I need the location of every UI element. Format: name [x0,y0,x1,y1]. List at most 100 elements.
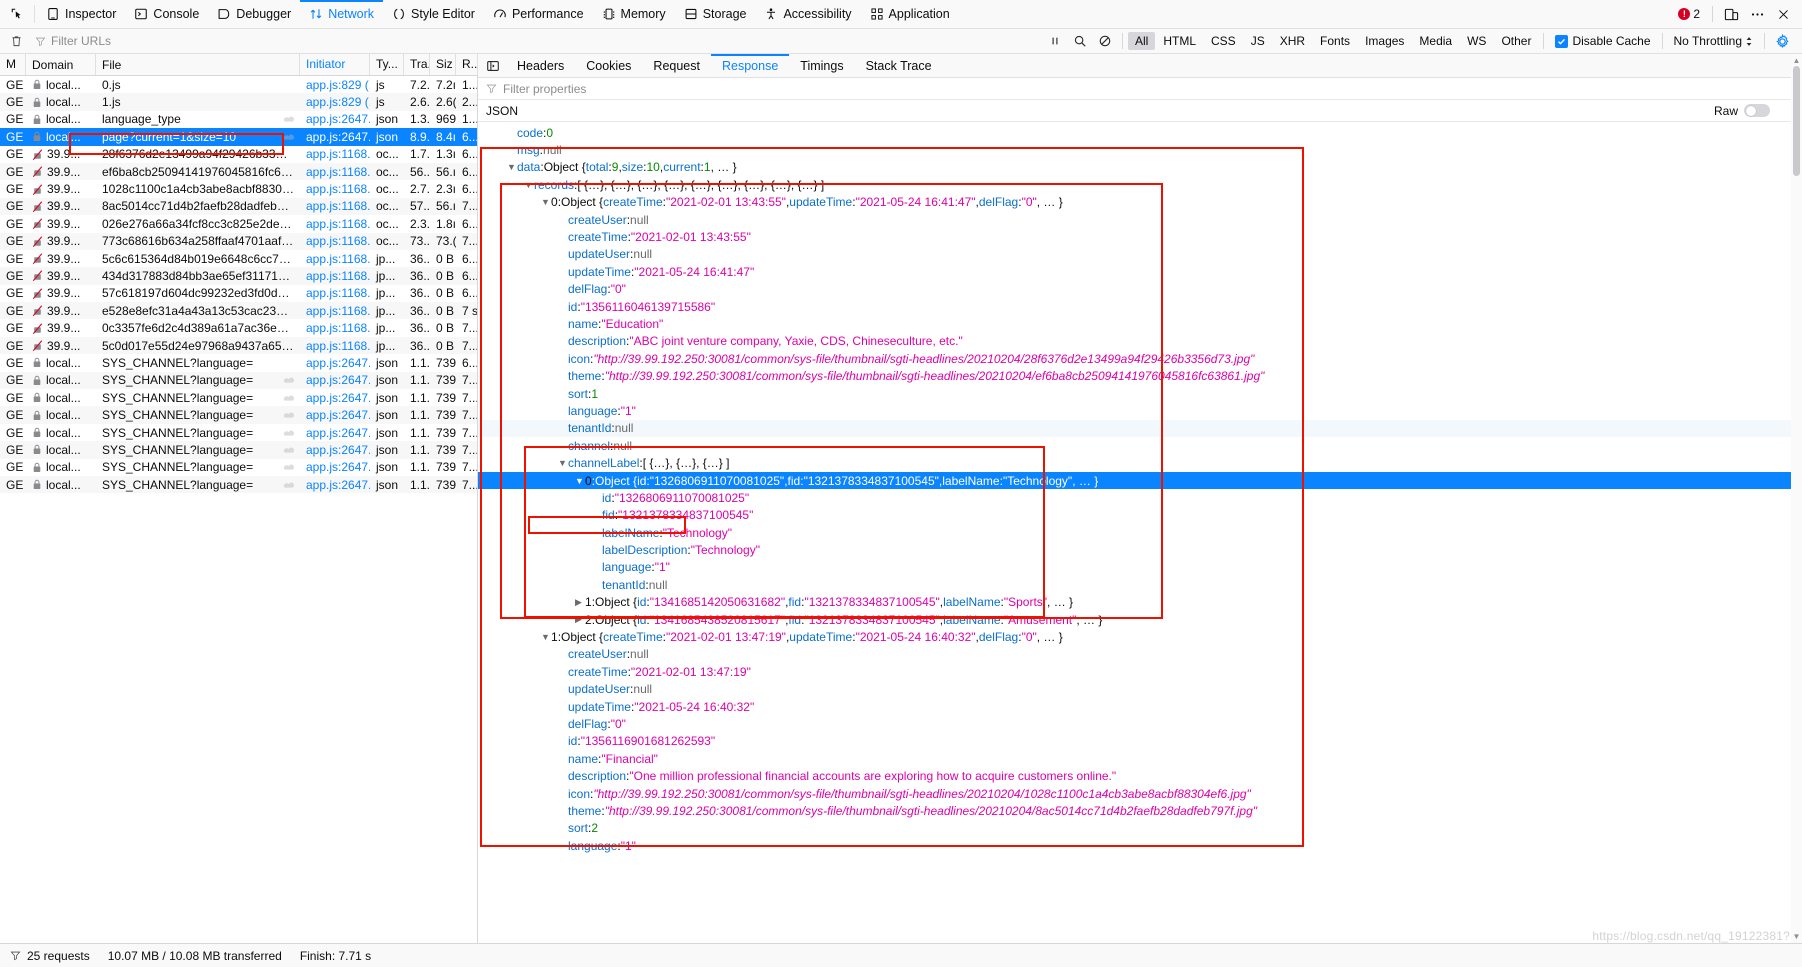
json-row[interactable]: delFlag: "0" [478,281,1802,298]
request-row[interactable]: GE 39.9... 434d317883d84bb3ae65ef3117104a5… [0,267,477,285]
request-initiator[interactable]: app.js:2647... [300,130,370,144]
json-row[interactable]: language: "1" [478,402,1802,419]
request-row[interactable]: GE local... SYS_CHANNEL?language= app.js:26… [0,406,477,424]
json-row[interactable]: sort: 1 [478,385,1802,402]
twisty-expanded-icon[interactable]: ▼ [541,197,551,207]
json-row[interactable]: msg: null [478,141,1802,158]
json-row[interactable]: code: 0 [478,124,1802,141]
devtools-tab-application[interactable]: Application [861,0,959,28]
json-row[interactable]: name: "Financial" [478,750,1802,767]
devtools-tab-network[interactable]: Network [300,0,383,28]
column-header-type[interactable]: Ty... [370,54,404,75]
request-row[interactable]: GE 39.9... ef6ba8cb25094141976045816fc6386… [0,162,477,181]
request-row[interactable]: GE 39.9... 57c618197d604dc99232ed3fd0d0923… [0,285,477,302]
request-row[interactable]: GE local... page?current=1&size=10 app.js:2… [0,128,477,146]
json-row[interactable]: delFlag: "0" [478,715,1802,732]
devtools-tab-storage[interactable]: Storage [675,0,756,28]
filter-urls-input[interactable]: Filter URLs [30,32,250,50]
detail-tab-response[interactable]: Response [710,54,790,77]
json-row[interactable]: theme: "http://39.99.192.250:30081/commo… [478,802,1802,819]
request-initiator[interactable]: app.js:1168... [300,182,370,196]
json-row[interactable]: createUser: null [478,211,1802,228]
request-row[interactable]: GE 39.9... 1028c1100c1a4cb3abe8acbf88304ef… [0,180,477,197]
devtools-tab-accessibility[interactable]: Accessibility [755,0,860,28]
devtools-tab-style-editor[interactable]: Style Editor [383,0,484,28]
column-header-file[interactable]: File [96,54,300,75]
twisty-expanded-icon[interactable]: ▼ [558,458,568,468]
request-row[interactable]: GE 39.9... 026e276a66a34fcf8cc3c825e2dee60… [0,215,477,232]
devtools-tab-memory[interactable]: Memory [593,0,675,28]
filter-type-other[interactable]: Other [1494,32,1538,50]
json-row[interactable]: language: "1" [478,837,1802,854]
json-row[interactable]: description: "One million professional f… [478,767,1802,784]
json-row[interactable]: id: "1356116901681262593" [478,733,1802,750]
request-initiator[interactable]: app.js:1168... [300,321,370,335]
request-initiator[interactable]: app.js:1168... [300,252,370,266]
json-row[interactable]: tenantId: null [478,576,1802,593]
json-row[interactable]: ▼ records: [ {…}, {…}, {…}, {…}, {…}, {…}… [478,176,1802,193]
column-header-rest[interactable]: R... [456,54,478,75]
request-initiator[interactable]: app.js:2647... [300,112,370,126]
json-row[interactable]: language: "1" [478,559,1802,576]
devtools-tab-inspector[interactable]: Inspector [37,0,125,28]
twisty-collapsed-icon[interactable]: ▶ [575,614,585,625]
network-settings-button[interactable] [1770,33,1794,49]
json-row[interactable]: updateUser: null [478,681,1802,698]
json-row[interactable]: sort: 2 [478,820,1802,837]
request-initiator[interactable]: app.js:2647... [300,391,370,405]
json-row[interactable]: updateUser: null [478,246,1802,263]
filter-type-media[interactable]: Media [1412,32,1459,50]
json-row[interactable]: tenantId: null [478,419,1802,438]
column-header-domain[interactable]: Domain [26,54,96,75]
json-row[interactable]: ▼ 1: Object { createTime: "2021-02-01 13:… [478,628,1802,645]
clear-requests-button[interactable] [4,34,28,48]
json-row[interactable]: id: "1326806911070081025" [478,489,1802,506]
error-count-badge[interactable]: ! 2 [1672,7,1706,21]
request-initiator[interactable]: app.js:2647... [300,443,370,457]
request-initiator[interactable]: app.js:1168... [300,234,370,248]
json-row[interactable]: labelName: "Technology" [478,524,1802,541]
column-header-initiator[interactable]: Initiator [300,54,370,75]
request-row[interactable]: GE 39.9... 8ac5014cc71d4b2faefb28dadfeb797… [0,197,477,216]
request-row[interactable]: GE local... SYS_CHANNEL?language= app.js:26… [0,459,477,476]
request-row[interactable]: GE 39.9... 0c3357fe6d2c4d389a61a7ac36e72da… [0,319,477,336]
request-row[interactable]: GE 39.9... 773c68616b634a258ffaaf4701aafb4… [0,232,477,250]
json-row[interactable]: ▼ 0: Object { createTime: "2021-02-01 13:… [478,194,1802,211]
request-row[interactable]: GE 39.9... 5c6c615364d84b019e6648c6cc7cd60… [0,250,477,267]
filter-type-all[interactable]: All [1127,32,1156,50]
request-row[interactable]: GE 39.9... e528e8efc31a4a43a13c53cac23e645… [0,302,477,320]
request-row[interactable]: GE 39.9... 28f6376d2e13499a94f29426b3356d7… [0,146,477,163]
filter-type-html[interactable]: HTML [1156,32,1203,50]
json-row[interactable]: updateTime: "2021-05-24 16:40:32" [478,698,1802,715]
filter-properties-input[interactable]: Filter properties [478,78,1802,100]
close-devtools-button[interactable] [1771,2,1795,26]
raw-toggle-switch[interactable] [1744,104,1770,117]
request-initiator[interactable]: app.js:2647... [300,373,370,387]
scroll-down-icon[interactable]: ▼ [1792,932,1801,941]
request-initiator[interactable]: app.js:1168... [300,269,370,283]
json-row[interactable]: icon: "http://39.99.192.250:30081/common… [478,350,1802,367]
json-row[interactable]: ▼ 0: Object { id: "1326806911070081025", … [478,471,1802,490]
detail-tab-cookies[interactable]: Cookies [575,54,642,77]
request-initiator[interactable]: app.js:829 (... [300,78,370,92]
request-initiator[interactable]: app.js:2647... [300,460,370,474]
twisty-collapsed-icon[interactable]: ▶ [575,597,585,608]
request-initiator[interactable]: app.js:2647... [300,408,370,422]
request-initiator[interactable]: app.js:1168... [300,217,370,231]
request-row[interactable]: GE local... SYS_CHANNEL?language= app.js:26… [0,441,477,459]
json-row[interactable]: createTime: "2021-02-01 13:47:19" [478,663,1802,680]
request-row[interactable]: GE local... SYS_CHANNEL?language= app.js:26… [0,424,477,441]
pause-recording-button[interactable] [1043,29,1067,53]
request-initiator[interactable]: app.js:1168... [300,199,370,213]
json-row[interactable]: labelDescription: "Technology" [478,541,1802,558]
column-header-size[interactable]: Siz [430,54,456,75]
filter-type-css[interactable]: CSS [1204,32,1243,50]
request-initiator[interactable]: app.js:1168... [300,165,370,179]
json-row[interactable]: description: "ABC joint venture company,… [478,333,1802,350]
json-row[interactable]: updateTime: "2021-05-24 16:41:47" [478,263,1802,280]
filter-type-js[interactable]: JS [1244,32,1272,50]
request-initiator[interactable]: app.js:1168... [300,286,370,300]
responsive-design-mode-button[interactable] [1719,2,1743,26]
filter-type-xhr[interactable]: XHR [1273,32,1312,50]
page-scrollbar-thumb[interactable] [1793,66,1800,176]
